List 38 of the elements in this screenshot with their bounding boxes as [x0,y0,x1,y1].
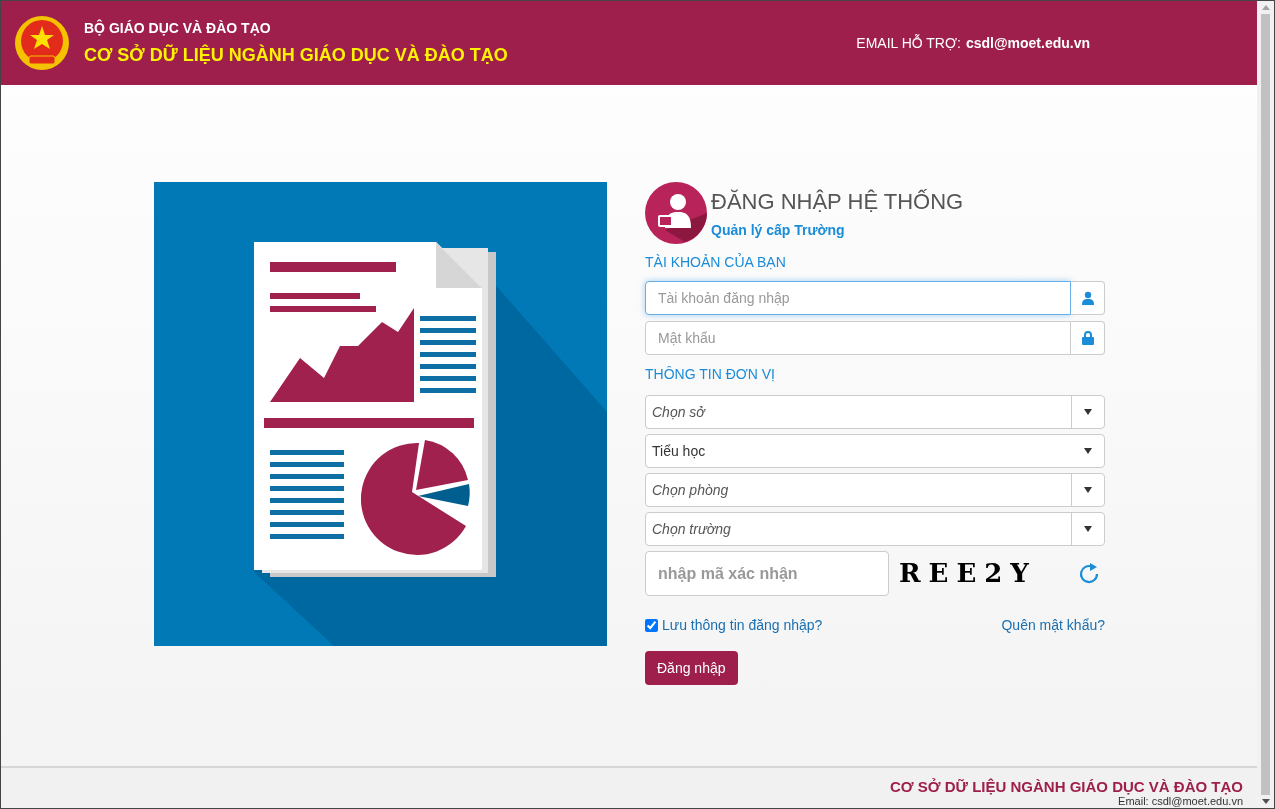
caret-icon [1084,409,1092,415]
captcha-code: REE2Y [899,557,1037,590]
user-lock-icon [645,182,707,244]
footer-email: Email: csdl@moet.edu.vn [1118,795,1243,807]
remember-label: Lưu thông tin đăng nhập? [662,616,823,635]
support-label: EMAIL HỖ TRỢ: [856,33,961,53]
lock-icon [1081,331,1094,345]
input-field[interactable]: Tài khoản đăng nhập [645,281,1071,315]
emblem-icon [13,14,71,72]
scroll-down-icon[interactable] [1261,799,1270,804]
login-title: ĐĂNG NHẬP HỆ THỐNG [711,188,964,216]
dropdown-select[interactable]: Chọn phòng [645,473,1105,507]
caret-icon [1084,487,1092,493]
forgot-password-link[interactable]: Quên mật khẩu? [1001,615,1105,636]
user-icon [1080,291,1095,305]
input-field[interactable]: Mật khẩu [645,321,1071,355]
support-email: csdl@moet.edu.vn [965,33,1090,53]
section-heading: THÔNG TIN ĐƠN VỊ [645,365,776,384]
select-placeholder: Chọn trường [651,519,732,539]
section-heading: TÀI KHOẢN CỦA BẠN [645,252,787,272]
login-button[interactable]: Đăng nhập [645,651,738,685]
ministry-name: BỘ GIÁO DỤC VÀ ĐÀO TẠO [84,18,272,38]
captcha-field[interactable]: nhập mã xác nhận [645,551,889,596]
caret-icon [1084,526,1092,532]
remember-checkbox[interactable] [645,619,658,632]
caret-icon [1083,448,1092,454]
dropdown-select[interactable]: Tiểu học [645,434,1105,468]
refresh-icon[interactable] [1077,561,1101,586]
login-subtitle: Quản lý cấp Trường [711,221,846,240]
select-value: Tiểu học [651,441,707,461]
site-title: CƠ SỞ DỮ LIỆU NGÀNH GIÁO DỤC VÀ ĐÀO TẠO [84,43,508,67]
dropdown-select[interactable]: Chọn sở [645,395,1105,429]
scroll-up-icon[interactable] [1261,5,1270,10]
scrollbar-thumb[interactable] [1261,14,1270,795]
dropdown-select[interactable]: Chọn trường [645,512,1105,546]
select-placeholder: Chọn phòng [651,480,730,500]
select-placeholder: Chọn sở [651,402,707,422]
footer-title: CƠ SỞ DỮ LIỆU NGÀNH GIÁO DỤC VÀ ĐÀO TẠO [889,778,1243,795]
